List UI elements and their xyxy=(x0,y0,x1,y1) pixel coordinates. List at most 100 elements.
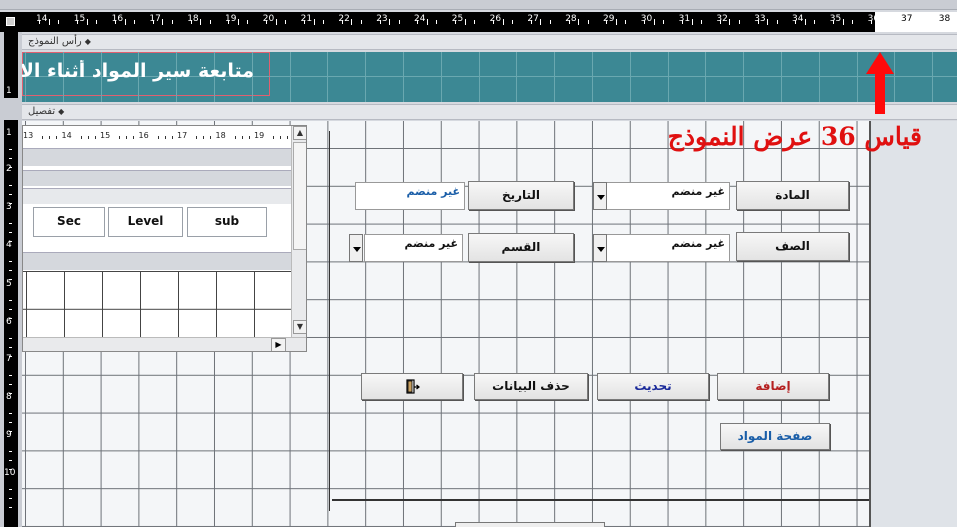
ruler-tick xyxy=(228,20,230,24)
ruler-tick xyxy=(9,451,12,452)
scroll-up-icon[interactable]: ▲ xyxy=(293,126,306,140)
grid-line xyxy=(705,52,707,102)
subform-ruler: 131415161718192 xyxy=(23,129,298,145)
ruler-tick xyxy=(9,185,12,186)
ruler-tick xyxy=(304,20,306,24)
ruler-tick xyxy=(48,19,50,25)
ruler-number: 16 xyxy=(111,14,124,24)
ruler-tick xyxy=(124,19,126,25)
ruler-tick xyxy=(379,20,381,24)
column-header-level[interactable]: Level xyxy=(108,207,183,237)
grid-line xyxy=(478,52,480,102)
ruler-tick xyxy=(9,413,12,414)
ruler-tick xyxy=(9,300,12,301)
detail-section-bar[interactable]: ◆تفصيل xyxy=(22,104,957,120)
ruler-tick xyxy=(200,19,202,25)
department-dropdown-icon[interactable] xyxy=(349,234,363,262)
subform-control[interactable]: 131415161718192 Sec Level sub ▲ ▼ ▶ xyxy=(22,125,307,352)
subject-label-button[interactable]: المادة xyxy=(736,181,849,210)
horizontal-ruler[interactable]: 14 15 16 17 18 19 20 21 22 23 24 25 26 27 28 29 30 31 32 33… xyxy=(22,12,957,32)
ruler-tick xyxy=(86,19,88,25)
ruler-tick xyxy=(700,20,702,24)
ruler-tick xyxy=(234,136,236,139)
ruler-tick xyxy=(549,20,551,24)
ruler-tick xyxy=(663,20,665,24)
ruler-tick xyxy=(814,20,816,24)
scroll-thumb[interactable] xyxy=(293,142,306,250)
column-header-sec[interactable]: Sec xyxy=(33,207,105,237)
ruler-tick xyxy=(280,136,281,139)
form-title[interactable]: متابعة سير المواد أثناء الاختبا xyxy=(22,60,254,82)
ruler-number: 27 xyxy=(527,14,539,24)
grid-line xyxy=(440,52,442,102)
form-header-section-bar[interactable]: ◆رأس النموذج xyxy=(22,34,957,50)
ruler-number: 10 xyxy=(4,468,16,478)
ruler-tick xyxy=(42,136,43,139)
ruler-tick xyxy=(398,20,400,24)
ruler-tick xyxy=(275,19,277,25)
scroll-right-icon[interactable]: ▶ xyxy=(271,338,286,351)
ruler-tick xyxy=(426,19,428,25)
width-annotation: قياس 36 عرض النموذج xyxy=(667,122,922,151)
partial-control[interactable] xyxy=(455,522,605,527)
ruler-tick xyxy=(49,136,50,139)
subjects-page-button[interactable]: صفحة المواد xyxy=(720,423,830,450)
ruler-tick xyxy=(691,19,693,25)
ruler-tick xyxy=(115,20,117,24)
canvas-outside-area xyxy=(869,121,957,527)
ruler-tick xyxy=(9,338,12,339)
ruler-tick xyxy=(351,19,353,25)
class-combo[interactable]: غير منضم xyxy=(606,234,730,262)
ruler-tick xyxy=(493,20,495,24)
subject-combo[interactable]: غير منضم xyxy=(606,182,730,210)
scroll-down-icon[interactable]: ▼ xyxy=(293,320,306,334)
ruler-tick xyxy=(9,223,12,224)
ruler-number: 19 xyxy=(225,14,237,24)
ruler-tick xyxy=(9,270,12,271)
guide-line xyxy=(329,131,330,511)
date-label-button[interactable]: التاريخ xyxy=(468,181,574,210)
ruler-tick xyxy=(266,20,268,24)
form-header-label: ◆رأس النموذج xyxy=(28,36,91,47)
date-field[interactable]: غير منضم xyxy=(355,182,465,210)
delete-data-button[interactable]: حذف البيانات xyxy=(474,373,588,400)
form-selector[interactable] xyxy=(0,12,22,32)
ruler-tick xyxy=(729,19,731,25)
column-header-sub[interactable]: sub xyxy=(187,207,267,237)
ruler-tick xyxy=(210,136,211,139)
class-dropdown-icon[interactable] xyxy=(593,234,607,262)
subform-vertical-scrollbar[interactable]: ▲ ▼ xyxy=(291,126,306,337)
grid-line xyxy=(667,52,669,102)
grid-line xyxy=(403,52,404,102)
ruler-tick xyxy=(162,19,164,25)
subform-horizontal-scrollbar[interactable]: ▶ xyxy=(23,337,306,351)
department-combo[interactable]: غير منضم xyxy=(364,234,463,262)
ruler-tick xyxy=(126,136,127,139)
subject-dropdown-icon[interactable] xyxy=(593,182,607,210)
ruler-tick xyxy=(9,375,12,376)
subform-grid xyxy=(23,271,291,337)
ruler-tick xyxy=(164,136,166,139)
ruler-number: 7 xyxy=(6,354,12,364)
exit-door-icon xyxy=(406,379,421,394)
ruler-tick xyxy=(203,136,204,139)
ruler-number: 18 xyxy=(215,131,226,140)
class-label-button[interactable]: الصف xyxy=(736,232,849,261)
ruler-number: 17 xyxy=(149,14,161,24)
ruler-tick xyxy=(568,20,570,24)
vertical-ruler[interactable]: 1 1 2 3 4 5 6 7 8 9 10 xyxy=(0,32,22,527)
ruler-tick xyxy=(80,136,82,139)
exit-button[interactable] xyxy=(361,373,463,400)
ruler-tick xyxy=(644,20,646,24)
add-button[interactable]: إضافة xyxy=(717,373,829,400)
ruler-tick xyxy=(133,136,134,139)
ruler-tick xyxy=(795,20,797,24)
update-button[interactable]: تحديث xyxy=(597,373,709,400)
ruler-tick xyxy=(58,20,60,24)
department-label-button[interactable]: القسم xyxy=(468,233,574,262)
access-form-design-window: 14 15 16 17 18 19 20 21 22 23 24 25 26 27 28 29 30 31 32 33… xyxy=(0,0,957,527)
ruler-number: 16 xyxy=(138,131,149,140)
ruler-number: 30 xyxy=(640,14,653,24)
grid-line xyxy=(365,52,367,102)
grid-line xyxy=(894,52,896,102)
